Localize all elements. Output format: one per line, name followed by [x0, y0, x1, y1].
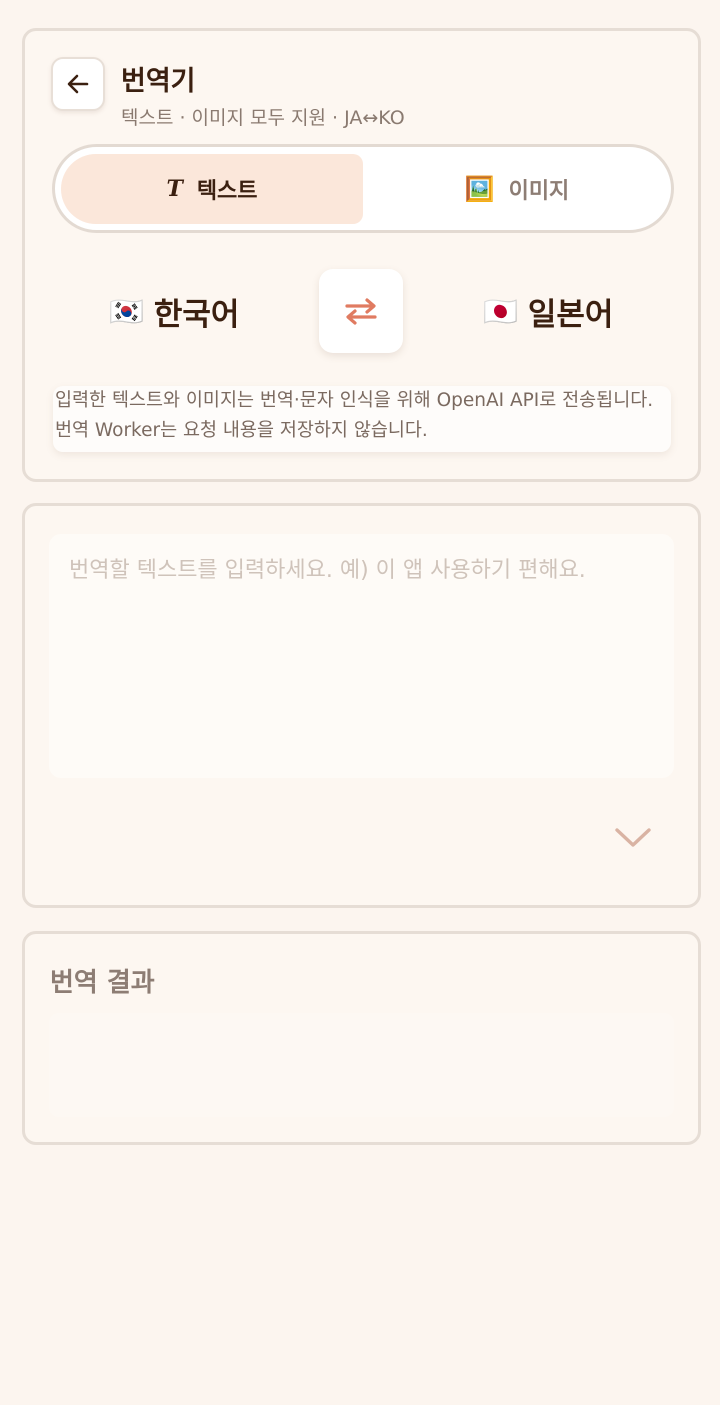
result-title: 번역 결과	[50, 968, 155, 998]
tab-image-label: 이미지	[508, 179, 570, 204]
tab-image[interactable]: 🖼️ 이미지	[367, 154, 667, 224]
target-language-button[interactable]: 🇯🇵 일본어	[483, 283, 613, 339]
result-card: 번역 결과	[22, 931, 701, 1145]
chevron-down-icon[interactable]	[613, 824, 653, 852]
target-language-label: 일본어	[527, 296, 614, 333]
page-title: 번역기	[121, 66, 196, 97]
swap-languages-button[interactable]	[319, 269, 403, 353]
language-selector: 🇰🇷 한국어 🇯🇵 일본어	[25, 269, 698, 353]
page-subtitle: 텍스트 · 이미지 모두 지원 · JA↔KO	[121, 107, 405, 129]
result-output	[49, 1013, 674, 1117]
tab-text[interactable]: T 텍스트	[61, 154, 363, 224]
source-text-input[interactable]	[49, 534, 674, 778]
japan-flag-icon: 🇯🇵	[483, 294, 518, 328]
korea-flag-icon: 🇰🇷	[109, 294, 144, 328]
swap-arrows-icon	[345, 298, 377, 325]
input-card	[22, 503, 701, 908]
text-mode-icon: T	[166, 176, 183, 202]
mode-toggle: T 텍스트 🖼️ 이미지	[52, 144, 674, 233]
tab-text-label: 텍스트	[196, 179, 258, 204]
source-language-label: 한국어	[153, 296, 240, 333]
arrow-left-icon	[67, 74, 89, 94]
image-mode-icon: 🖼️	[464, 175, 495, 203]
source-language-button[interactable]: 🇰🇷 한국어	[109, 283, 239, 339]
back-button[interactable]	[51, 57, 105, 111]
privacy-notice: 입력한 텍스트와 이미지는 번역·문자 인식을 위해 OpenAI API로 전…	[53, 386, 671, 452]
translator-header-card: 번역기 텍스트 · 이미지 모두 지원 · JA↔KO T 텍스트 🖼️ 이미지…	[22, 28, 701, 482]
